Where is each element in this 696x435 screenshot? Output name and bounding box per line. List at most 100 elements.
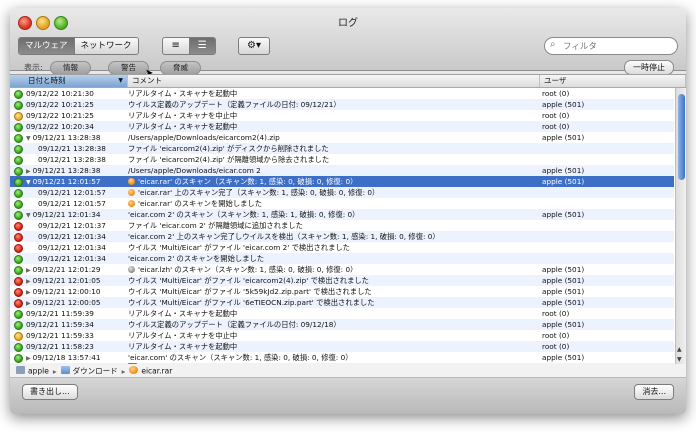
date-text: 09/12/22 10:20:34 — [26, 122, 94, 131]
search-field[interactable]: ⌕ — [544, 37, 678, 55]
comment-text: /Users/apple/Downloads/eicar.com 2 — [128, 166, 261, 175]
disclosure-closed-icon[interactable]: ▶ — [26, 289, 31, 296]
comment-text: リアルタイム・スキャナを中止中 — [128, 111, 238, 120]
disclosure-closed-icon[interactable]: ▶ — [26, 267, 31, 274]
column-header-comment[interactable]: コメント — [128, 75, 540, 87]
search-input[interactable] — [561, 39, 673, 54]
red-status-icon — [14, 233, 23, 242]
disclosure-open-icon[interactable]: ▼ — [26, 212, 31, 219]
green-status-icon — [14, 354, 23, 363]
disclosure-closed-icon[interactable]: ▶ — [26, 278, 31, 285]
comment-text: 'eicar.lzh' のスキャン（スキャン数: 1, 感染: 0, 破損: 0… — [138, 265, 358, 274]
green-status-icon — [14, 343, 23, 352]
column-header-date[interactable]: 日付と時刻 ▼ — [10, 75, 128, 87]
date-text: 09/12/21 11:58:23 — [26, 342, 94, 351]
green-status-icon — [14, 255, 23, 264]
table-row[interactable]: 09/12/21 12:01:34 'eicar.com 2' のスキャンを開始し… — [10, 253, 674, 264]
comment-cell: リアルタイム・スキャナを起動中 — [128, 341, 540, 352]
table-row[interactable]: 09/12/21 11:58:23 リアルタイム・スキャナを起動中 root (0) — [10, 341, 674, 352]
filter-info[interactable]: 情報 — [50, 61, 91, 75]
pause-button[interactable]: 一時停止 — [624, 60, 674, 75]
table-row[interactable]: ▶ 09/12/21 13:28:38/Users/apple/Downloads… — [10, 165, 674, 176]
table-row[interactable]: 09/12/21 12:01:57 'eicar.rar' のスキャンを開始しまし… — [10, 198, 674, 209]
comment-text: ウイルス 'Multi/Eicar' がファイル '6eTIEOCN.zip.p… — [128, 298, 375, 307]
comment-text: リアルタイム・スキャナを起動中 — [128, 122, 238, 131]
comment-cell: 'eicar.com 2' のスキャン（スキャン数: 1, 感染: 1, 破損:… — [128, 209, 540, 220]
table-row[interactable]: ▼ 09/12/21 13:28:38/Users/apple/Downloads… — [10, 132, 674, 143]
table-row[interactable]: 09/12/22 10:21:25 リアルタイム・スキャナを中止中 root (0) — [10, 110, 674, 121]
disclosure-open-icon[interactable]: ▼ — [26, 179, 31, 186]
table-row[interactable]: ▼ 09/12/21 12:01:57 'eicar.rar' のスキャン（スキャン… — [10, 176, 674, 187]
gear-menu-button[interactable]: ⚙▾ — [238, 37, 270, 55]
red-status-icon — [14, 299, 23, 308]
export-button[interactable]: 書き出し... — [22, 384, 78, 400]
comment-text: リアルタイム・スキャナを中止中 — [128, 331, 238, 340]
table-row[interactable]: 09/12/21 13:28:38 ファイル 'eicarcom2(4).zip'… — [10, 154, 674, 165]
table-row[interactable]: 09/12/22 10:21:25 ウイルス定義のアップデート（定義ファイルの日付… — [10, 99, 674, 110]
table-row[interactable]: ▶ 09/12/21 12:01:29 'eicar.lzh' のスキャン（スキャン… — [10, 264, 674, 275]
table-row[interactable]: 09/12/21 13:28:38 ファイル 'eicarcom2(4).zip'… — [10, 143, 674, 154]
table-row[interactable]: 09/12/21 11:59:34 ウイルス定義のアップデート（定義ファイルの日付… — [10, 319, 674, 330]
table-row[interactable]: 09/12/21 11:59:39 リアルタイム・スキャナを起動中 root (0) — [10, 308, 674, 319]
comment-cell: リアルタイム・スキャナを起動中 — [128, 88, 540, 99]
disclosure-open-icon[interactable]: ▼ — [26, 135, 31, 142]
scrollbar-thumb[interactable] — [678, 94, 685, 180]
table-row[interactable]: 09/12/22 10:21:30 リアルタイム・スキャナを起動中 root (0) — [10, 88, 674, 99]
path-bar: apple ▸ ダウンロード ▸ eicar.rar — [10, 364, 686, 378]
tab-malware[interactable]: マルウェア — [19, 38, 74, 54]
table-row[interactable]: 09/12/21 12:01:37 ファイル 'eicar.com 2' が隔離領… — [10, 220, 674, 231]
table-row[interactable]: 09/12/21 12:01:57 'eicar.rar' 上のスキャン完了（スキ… — [10, 187, 674, 198]
path-item-home[interactable]: apple — [16, 366, 49, 376]
comment-cell: 'eicar.com' のスキャン（スキャン数: 1, 感染: 0, 破損: 0… — [128, 352, 540, 363]
date-text: 09/12/21 13:28:38 — [38, 144, 106, 153]
table-row[interactable]: ▶ 09/12/21 12:00:10 ウイルス 'Multi/Eicar' がファ… — [10, 286, 674, 297]
comment-cell: 'eicar.rar' のスキャン（スキャン数: 1, 感染: 0, 破損: 0… — [128, 176, 540, 187]
date-text: 09/12/21 12:01:57 — [38, 188, 106, 197]
date-text: 09/12/21 11:59:34 — [26, 320, 94, 329]
date-text: 09/12/18 13:57:41 — [32, 353, 101, 362]
comment-cell: 'eicar.rar' のスキャンを開始しました — [128, 198, 540, 209]
disclosure-closed-icon[interactable]: ▶ — [26, 355, 31, 362]
comment-text: ウイルス定義のアップデート（定義ファイルの日付: 09/12/21） — [128, 100, 341, 109]
comment-cell: 'eicar.com 2' 上のスキャン完了しウイルスを検出（スキャン数: 1,… — [128, 231, 540, 242]
date-text: 09/12/21 13:28:38 — [32, 166, 101, 175]
table-row[interactable]: 09/12/21 12:01:34 'eicar.com 2' 上のスキャン完了し… — [10, 231, 674, 242]
list-view-icon[interactable]: ≡ — [163, 38, 189, 54]
path-item-downloads[interactable]: ダウンロード — [60, 366, 118, 376]
filter-threat[interactable]: 脅威 — [160, 61, 201, 75]
date-cell: 09/12/22 10:20:34 — [26, 121, 130, 132]
green-status-icon — [14, 266, 23, 275]
table-row[interactable]: ▶ 09/12/21 12:00:05 ウイルス 'Multi/Eicar' がファ… — [10, 297, 674, 308]
user-cell: root (0) — [542, 331, 570, 340]
user-cell: apple (501) — [542, 166, 585, 175]
path-item-file[interactable]: eicar.rar — [129, 366, 172, 376]
table-row[interactable]: 09/12/21 12:01:34 ウイルス 'Multi/Eicar' がファイ… — [10, 242, 674, 253]
column-header-user[interactable]: ユーザ — [540, 75, 686, 87]
tab-network[interactable]: ネットワーク — [73, 38, 138, 54]
comment-text: ウイルス 'Multi/Eicar' がファイル 'eicar.com 2' で… — [128, 243, 350, 252]
date-text: 09/12/21 12:01:29 — [32, 265, 101, 274]
detail-view-icon[interactable]: ☰ — [188, 38, 215, 54]
clear-button[interactable]: 消去... — [634, 384, 674, 400]
date-text: 09/12/21 13:28:38 — [38, 155, 106, 164]
table-row[interactable]: 09/12/21 11:59:33 リアルタイム・スキャナを中止中 root (0) — [10, 330, 674, 341]
view-mode-control: ≡ ☰ — [162, 37, 216, 55]
archive-file-icon — [128, 178, 135, 185]
scroll-up-icon[interactable]: ▲ — [677, 346, 682, 353]
table-row[interactable]: ▶ 09/12/21 12:01:05 ウイルス 'Multi/Eicar' がファ… — [10, 275, 674, 286]
date-text: 09/12/21 12:01:05 — [32, 276, 101, 285]
filter-warning[interactable]: 警告 — [108, 61, 149, 75]
window-title: ログ — [338, 18, 358, 29]
date-text: 09/12/22 10:21:25 — [26, 100, 94, 109]
disclosure-closed-icon[interactable]: ▶ — [26, 300, 31, 307]
comment-cell: ウイルス 'Multi/Eicar' がファイル '6eTIEOCN.zip.p… — [128, 297, 540, 308]
user-cell: apple (501) — [542, 287, 585, 296]
table-row[interactable]: ▶ 09/12/18 13:57:41 'eicar.com' のスキャン（スキャン… — [10, 352, 674, 363]
disclosure-closed-icon[interactable]: ▶ — [26, 168, 31, 175]
scroll-down-icon[interactable]: ▼ — [677, 356, 682, 363]
green-status-icon — [14, 167, 23, 176]
table-row[interactable]: 09/12/22 10:20:34 リアルタイム・スキャナを起動中 root (0) — [10, 121, 674, 132]
vertical-scrollbar[interactable]: ▲ ▼ — [675, 88, 686, 365]
table-row[interactable]: ▼ 09/12/21 12:01:34 'eicar.com 2' のスキャン（スキ… — [10, 209, 674, 220]
green-status-icon — [14, 211, 23, 220]
